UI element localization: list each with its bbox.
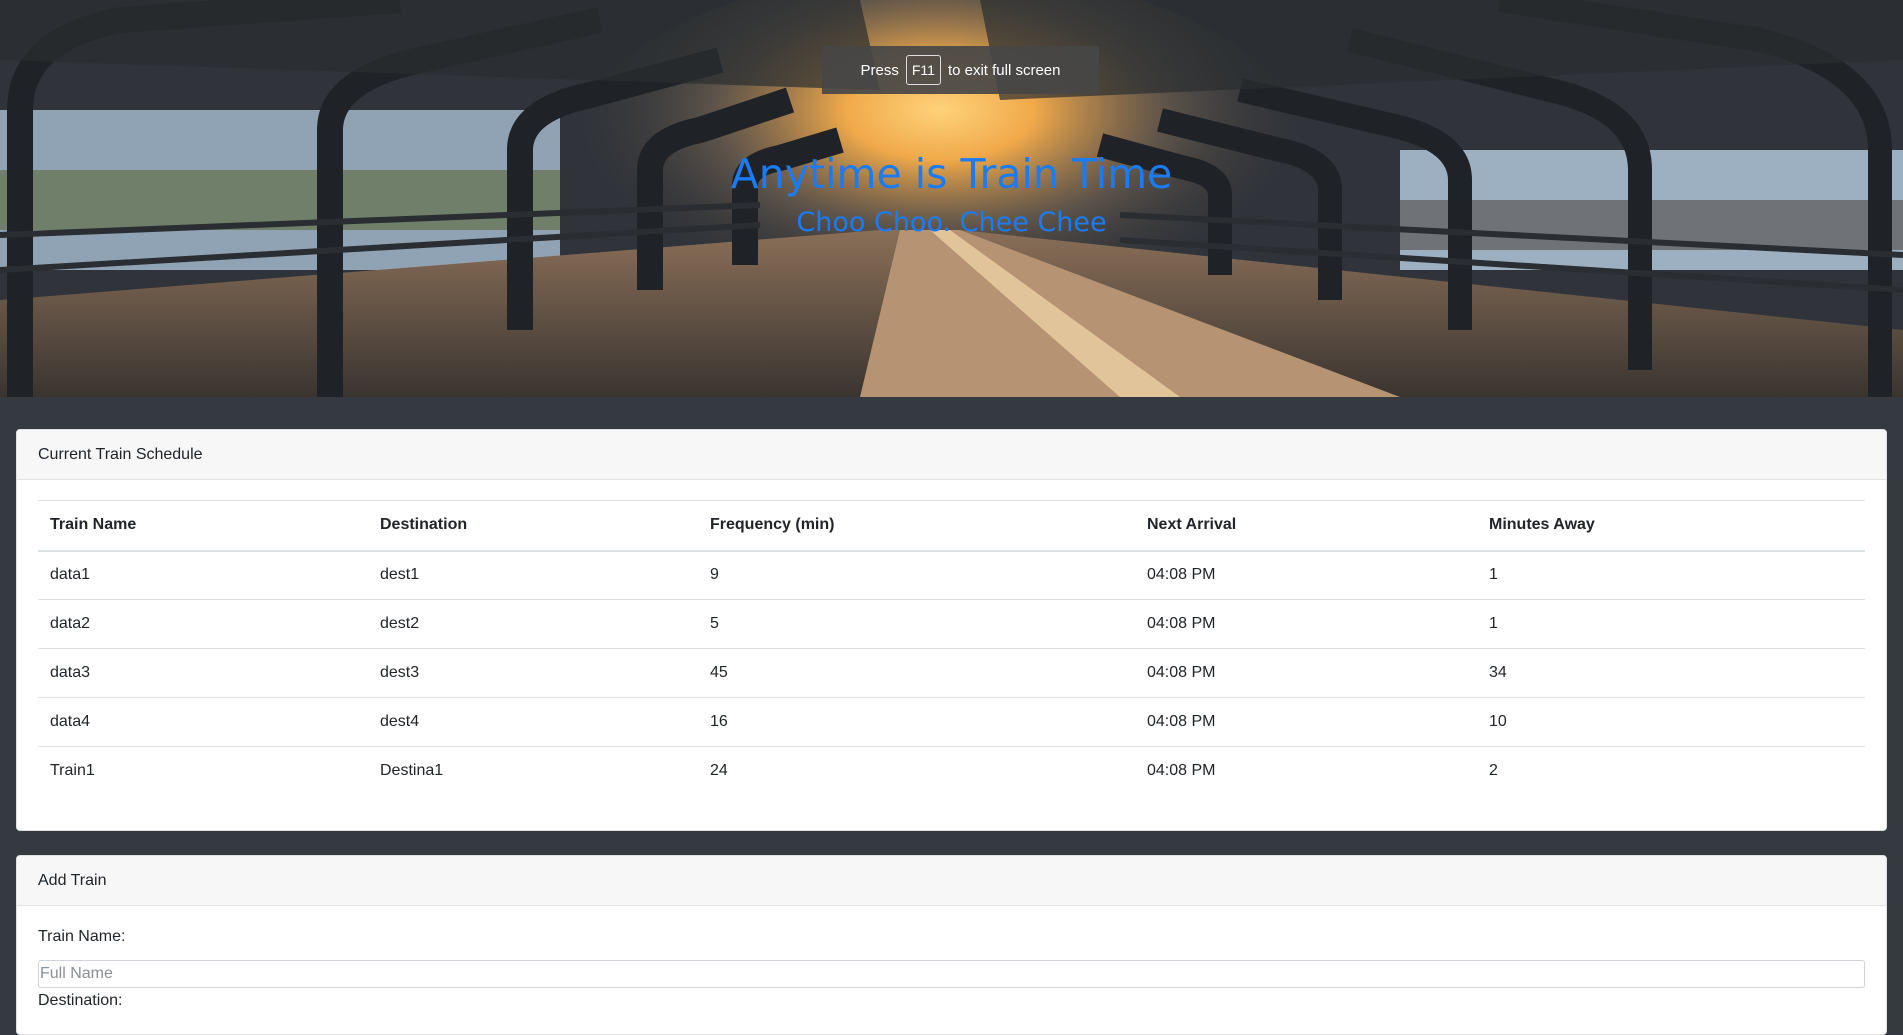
hero-banner: Press F11 to exit full screen Anytime is… (0, 0, 1903, 397)
table-row: Train1 Destina1 24 04:08 PM 2 (38, 747, 1865, 796)
cell-frequency: 24 (710, 762, 728, 780)
cell-next-arrival: 04:08 PM (1135, 648, 1477, 698)
table-row: data3 dest3 45 04:08 PM 34 (38, 648, 1865, 698)
cell-minutes-away: 1 (1477, 550, 1865, 600)
cell-destination: dest3 (368, 648, 698, 698)
cell-next-arrival: 04:08 PM (1147, 762, 1216, 780)
cell-minutes-away: 10 (1477, 697, 1865, 747)
cell-destination: dest2 (368, 599, 698, 649)
cell-frequency: 9 (698, 550, 1135, 600)
cell-destination: dest1 (368, 550, 698, 600)
column-header-destination: Destination (368, 500, 698, 552)
column-header-next-arrival: Next Arrival (1135, 500, 1477, 552)
cell-next-arrival: 04:08 PM (1135, 550, 1477, 600)
cell-frequency: 16 (698, 697, 1135, 747)
destination-label: Destination: (38, 992, 123, 1009)
cell-destination: dest4 (368, 697, 698, 747)
fullscreen-notice-suffix: to exit full screen (947, 61, 1061, 79)
f11-key-badge: F11 (905, 55, 941, 85)
cell-train-name: data4 (38, 697, 368, 747)
cell-train-name: data3 (38, 648, 368, 698)
fullscreen-notice: Press F11 to exit full screen (822, 46, 1099, 94)
cell-train-name: Train1 (50, 762, 95, 780)
page-title: Anytime is Train Time (730, 150, 1173, 198)
cell-destination: Destina1 (380, 762, 444, 780)
fullscreen-notice-prefix: Press (860, 61, 899, 79)
cell-train-name: data1 (38, 550, 368, 600)
train-schedule-table: Train Name Destination Frequency (min) N… (38, 500, 1865, 796)
train-name-input[interactable] (38, 960, 1865, 988)
cell-minutes-away: 1 (1477, 599, 1865, 649)
page-subtitle: Choo Choo. Chee Chee (796, 207, 1107, 238)
table-row: data1 dest1 9 04:08 PM 1 (38, 550, 1865, 600)
table-header-row: Train Name Destination Frequency (min) N… (38, 500, 1865, 552)
train-schedule-header: Current Train Schedule (17, 430, 1886, 480)
add-train-header: Add Train (17, 856, 1886, 906)
add-train-card: Add Train Train Name: Destination: (16, 855, 1887, 1035)
table-row: data2 dest2 5 04:08 PM 1 (38, 599, 1865, 649)
column-header-minutes-away: Minutes Away (1477, 500, 1865, 552)
cell-next-arrival: 04:08 PM (1135, 697, 1477, 747)
cell-train-name: data2 (38, 599, 368, 649)
cell-frequency: 5 (698, 599, 1135, 649)
cell-next-arrival: 04:08 PM (1135, 599, 1477, 649)
column-header-train-name: Train Name (38, 500, 368, 552)
train-schedule-card: Current Train Schedule Train Name Destin… (16, 429, 1887, 831)
add-train-form: Train Name: Destination: (17, 906, 1886, 1014)
table-row: data4 dest4 16 04:08 PM 10 (38, 697, 1865, 747)
cell-minutes-away: 2 (1489, 762, 1498, 780)
train-name-label: Train Name: (38, 928, 126, 945)
cell-frequency: 45 (698, 648, 1135, 698)
cell-minutes-away: 34 (1477, 648, 1865, 698)
column-header-frequency: Frequency (min) (698, 500, 1135, 552)
